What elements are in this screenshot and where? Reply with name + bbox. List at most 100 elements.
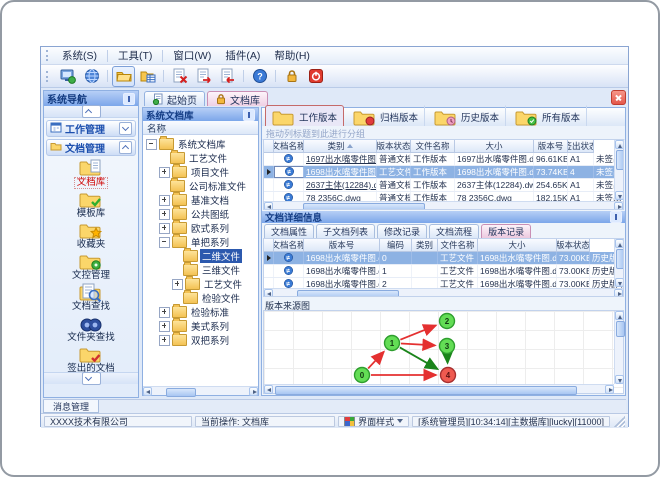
expand-plus-icon[interactable] [159,208,170,220]
chevron-down-icon[interactable] [119,122,132,135]
column-header-版本状态[interactable]: 版本状态 [377,140,411,153]
tree-node[interactable]: 二维文件 [146,248,258,263]
scroll-down-icon[interactable] [615,191,623,200]
menu-item[interactable]: 工具(T) [111,47,159,64]
scroll-right-icon[interactable] [249,387,258,396]
column-header-类别[interactable]: 类别 [412,239,438,252]
chevron-down-icon[interactable] [81,372,101,385]
version-node-1[interactable]: 1 [383,334,401,352]
sidebar-scroll-down[interactable] [44,372,138,385]
scroll-left-icon[interactable] [264,385,273,394]
tree-node[interactable]: 欧式系列 [146,220,258,235]
tree-node[interactable]: 项目文件 [146,164,258,179]
tab-起始页[interactable]: 起始页 [144,91,205,107]
sidebar-item-签出的文档[interactable]: 签出的文档 [44,343,138,374]
scroll-right-icon[interactable] [605,385,614,394]
column-header-签出状态[interactable]: 签出状态 [568,140,594,153]
tree-node[interactable]: 工艺文件 [146,276,258,291]
pin-icon[interactable] [610,211,622,223]
horizontal-scrollbar[interactable] [264,201,623,209]
doc-export-icon[interactable] [192,66,215,87]
lock-icon[interactable] [280,66,303,87]
pin-icon[interactable] [123,92,135,105]
horizontal-scrollbar[interactable] [143,386,258,397]
column-header-大小[interactable]: 大小 [478,239,557,252]
scroll-track[interactable] [273,385,605,395]
sidebar-item-收藏夹[interactable]: 收藏夹 [44,219,138,250]
tree-node[interactable]: 基准文档 [146,192,258,207]
scroll-track[interactable] [273,202,614,209]
expand-plus-icon[interactable] [159,222,170,234]
power-icon[interactable] [304,66,327,87]
menu-item[interactable]: 系统(S) [55,47,104,64]
scroll-up-icon[interactable] [615,140,623,149]
column-header-文档名称[interactable]: 文档名称 [274,239,304,252]
scroll-track[interactable] [273,289,614,296]
scroll-right-icon[interactable] [614,202,623,209]
grid-row[interactable]: 1697出水嘴零件图.dwg普通文档工作版本1697出水嘴零件图.dwg96.6… [264,153,623,166]
detail-tab-修改记录[interactable]: 修改记录 [377,224,428,238]
folder-open-icon[interactable] [112,65,135,87]
sidebar-item-文档库[interactable]: 文档库 [44,157,138,189]
tree-node[interactable]: 公共图纸 [146,206,258,221]
scroll-thumb[interactable] [616,321,625,337]
collapse-minus-icon[interactable] [159,236,170,248]
grid-row[interactable]: 1698出水嘴零件图.dwg1工艺文件1698出水嘴零件图.dwg73.00KB… [264,265,623,278]
expand-plus-icon[interactable] [159,320,170,332]
version-node-3[interactable]: 3 [438,337,456,355]
sidebar-item-模板库[interactable]: 模板库 [44,188,138,219]
chevron-up-icon[interactable] [119,141,132,154]
horizontal-scrollbar[interactable] [264,288,623,296]
grid-row[interactable]: 78 2356C.dwg普通文档工作版本78 2356C.dwg182.15KB… [264,192,623,201]
pin-icon[interactable] [243,108,255,121]
sidebar-item-文档查找[interactable]: 文档查找 [44,281,138,312]
folder-table-icon[interactable] [136,66,159,87]
scroll-up-icon[interactable] [615,239,623,248]
expand-plus-icon[interactable] [159,334,170,346]
grid-row[interactable]: 1698出水嘴零件图.dwg2工艺文件1698出水嘴零件图.dwg73.00KB… [264,278,623,288]
tab-message-manager[interactable]: 消息管理 [43,400,100,413]
version-node-0[interactable]: 0 [353,366,371,384]
column-header-文件名称[interactable]: 文件名称 [438,239,478,252]
column-header-文件名称[interactable]: 文件名称 [411,140,455,153]
chevron-up-icon[interactable] [81,105,101,118]
scroll-thumb[interactable] [616,249,623,269]
sidebar-group-work[interactable]: 工作管理 [46,120,136,137]
tree-node[interactable]: 检验标准 [146,304,258,319]
tab-文档库[interactable]: 文档库 [207,91,268,107]
grid-row[interactable]: 1698出水嘴零件图.dwg0工艺文件1698出水嘴零件图.dwg73.00KB… [264,252,623,265]
expand-plus-icon[interactable] [159,166,170,178]
scroll-thumb[interactable] [303,203,425,209]
detail-tab-子文档列表[interactable]: 子文档列表 [316,224,376,238]
vertical-scrollbar[interactable] [614,239,623,287]
column-header-版本号[interactable]: 版本号 [534,140,568,153]
scroll-down-icon[interactable] [615,375,624,384]
scroll-left-icon[interactable] [264,202,273,209]
grid-row[interactable]: 1698出水嘴零件图.dwg工艺文件工作版本1698出水嘴零件图.dwg73.7… [264,166,623,179]
scroll-track[interactable] [615,149,623,191]
expand-plus-icon[interactable] [159,194,170,206]
doc-import-icon[interactable] [216,66,239,87]
doc-delete-icon[interactable] [168,66,191,87]
scroll-left-icon[interactable] [143,387,152,396]
expand-plus-icon[interactable] [159,306,170,318]
vertical-scrollbar[interactable] [614,311,625,384]
resize-grip[interactable] [614,415,625,427]
column-header-类别[interactable]: 类别 [304,140,377,153]
scroll-track[interactable] [615,320,625,375]
sidebar-group-doc[interactable]: 文档管理 [46,139,136,156]
tree-node[interactable]: 美式系列 [146,318,258,333]
scroll-thumb[interactable] [166,388,196,397]
column-header-大小[interactable]: 大小 [455,140,534,153]
column-header-编码[interactable]: 编码 [380,239,412,252]
tree-node[interactable]: 检验文件 [146,290,258,305]
tree-node[interactable]: 单把系列 [146,234,258,249]
scroll-track[interactable] [615,248,623,278]
tree-node[interactable]: 双把系列 [146,332,258,347]
display-icon[interactable] [56,66,79,87]
detail-tab-版本记录[interactable]: 版本记录 [481,224,532,238]
detail-tab-文档属性[interactable]: 文档属性 [264,224,315,238]
collapse-minus-icon[interactable] [146,138,157,150]
column-header-版本号[interactable]: 版本号 [304,239,380,252]
tree-node[interactable]: 公司标准文件 [146,178,258,193]
